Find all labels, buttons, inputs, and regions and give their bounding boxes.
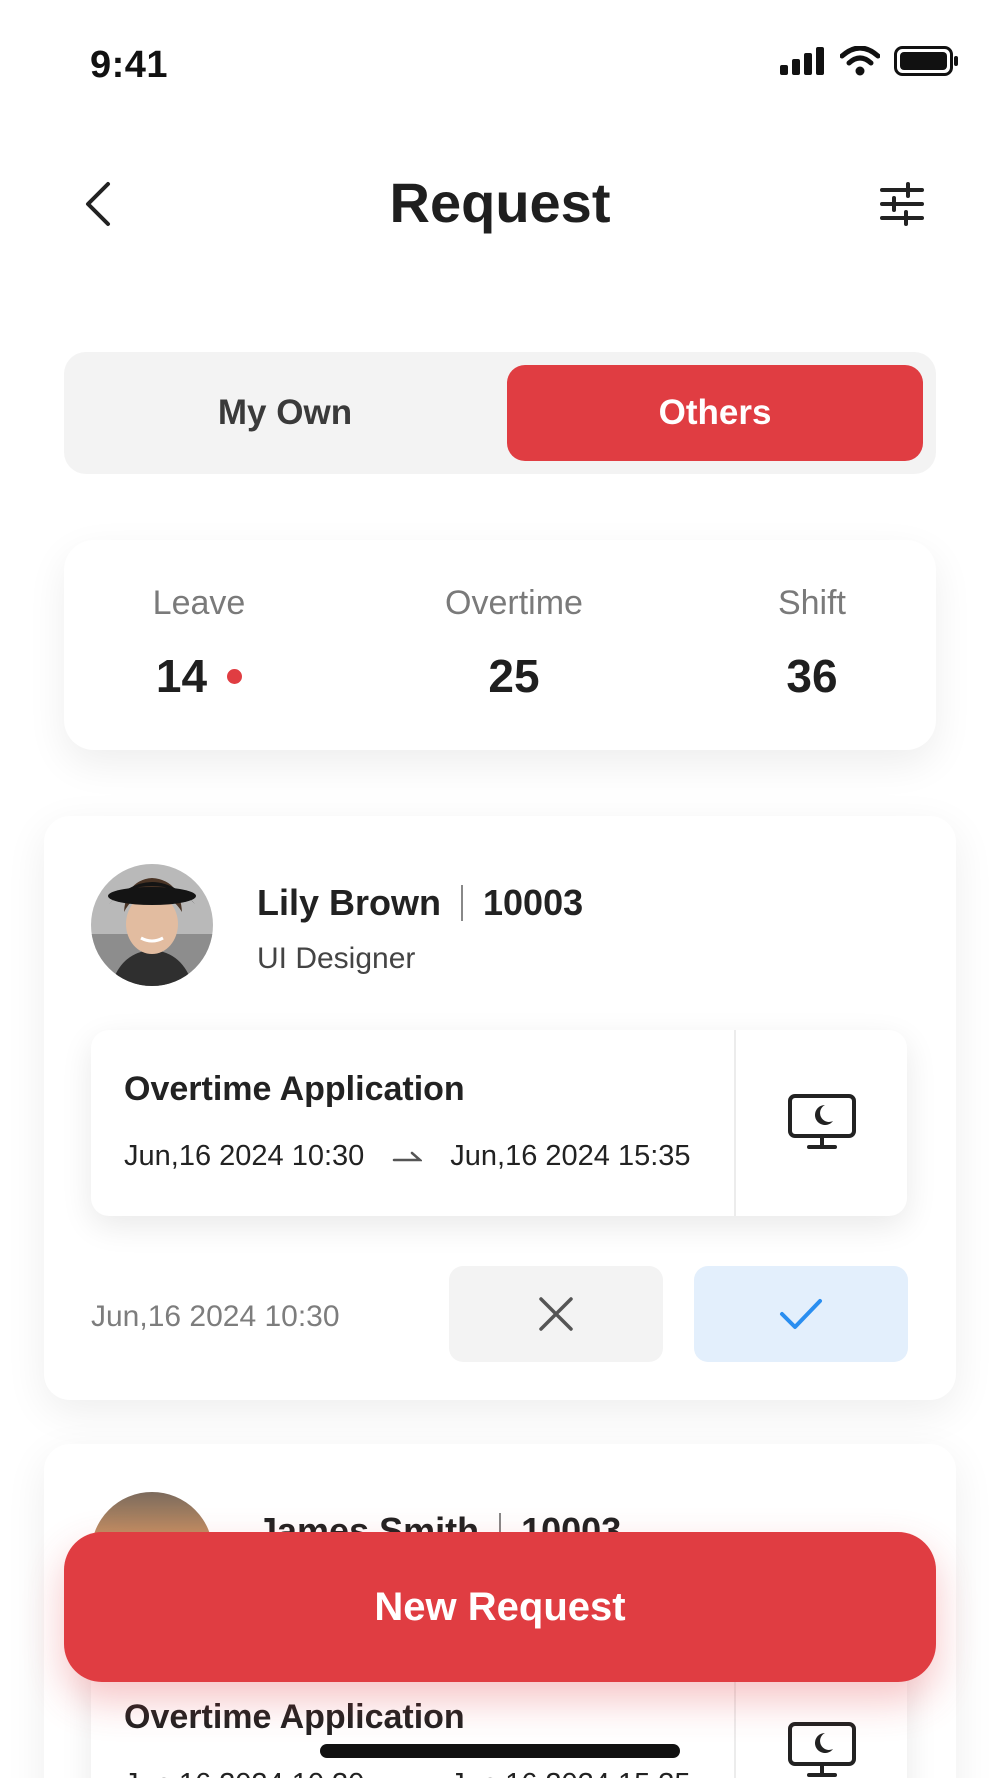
start-date: Jun,16 2024 10:30 [124, 1768, 364, 1778]
new-request-button[interactable]: New Request [64, 1532, 936, 1682]
arrow-right-icon [393, 1151, 423, 1161]
application-dates: Jun,16 2024 10:30 Jun,16 2024 15:35 [124, 1768, 691, 1778]
reject-button[interactable] [449, 1266, 663, 1362]
status-bar: 9:41 [0, 0, 1000, 120]
filter-button[interactable] [874, 176, 930, 232]
wifi-icon [840, 46, 880, 76]
stat-value: 36 [786, 649, 837, 703]
divider [461, 885, 464, 921]
submitted-time: Jun,16 2024 10:30 [91, 1300, 340, 1333]
page-title: Request [389, 171, 611, 234]
employee-id: 10003 [483, 882, 584, 923]
tab-my-own[interactable]: My Own [77, 365, 493, 461]
stat-number: 25 [488, 650, 540, 702]
employee-name-row: Lily Brown 10003 [257, 882, 583, 924]
stat-number: 14 [155, 650, 208, 702]
employee-name: Lily Brown [257, 882, 442, 923]
tab-others[interactable]: Others [507, 365, 923, 461]
stat-label: Shift [777, 584, 847, 622]
close-icon [539, 1297, 573, 1331]
home-indicator[interactable] [320, 1744, 680, 1758]
overtime-icon-cell [736, 1030, 907, 1216]
stat-label: Leave [152, 584, 246, 622]
monitor-moon-icon [787, 1722, 856, 1777]
check-icon [780, 1299, 822, 1329]
approve-button[interactable] [694, 1266, 908, 1362]
stat-label: Overtime [445, 584, 583, 622]
stat-shift[interactable]: Shift 36 [712, 584, 912, 703]
start-date: Jun,16 2024 10:30 [124, 1140, 365, 1172]
cellular-signal-icon [780, 47, 824, 75]
person-photo-avatar-icon [91, 864, 213, 986]
stat-overtime[interactable]: Overtime 25 [414, 584, 614, 703]
request-card[interactable]: Lily Brown 10003 UI Designer Overtime Ap… [44, 816, 956, 1400]
application-title: Overtime Application [124, 1698, 465, 1736]
monitor-moon-icon [787, 1094, 856, 1149]
employee-role: UI Designer [257, 942, 416, 975]
application-box[interactable]: Overtime Application Jun,16 2024 10:30 J… [91, 1030, 907, 1216]
notification-dot [227, 668, 243, 684]
avatar [91, 864, 213, 986]
stat-value: 25 [488, 649, 539, 703]
end-date: Jun,16 2024 15:35 [450, 1140, 691, 1172]
stats-card: Leave 14 Overtime 25 Shift 36 [64, 540, 936, 750]
status-icons [780, 46, 960, 76]
request-type-toggle: My Own Others [64, 352, 936, 474]
end-date: Jun,16 2024 15:35 [450, 1768, 690, 1778]
stat-value: 14 [155, 649, 243, 703]
status-time: 9:41 [90, 44, 169, 86]
header: Request [0, 150, 1000, 260]
battery-icon [894, 46, 958, 76]
stat-number: 36 [786, 650, 838, 702]
application-title: Overtime Application [124, 1070, 465, 1108]
application-dates: Jun,16 2024 10:30 Jun,16 2024 15:35 [124, 1140, 691, 1173]
stat-leave[interactable]: Leave 14 [99, 584, 299, 703]
sliders-icon [880, 182, 924, 226]
